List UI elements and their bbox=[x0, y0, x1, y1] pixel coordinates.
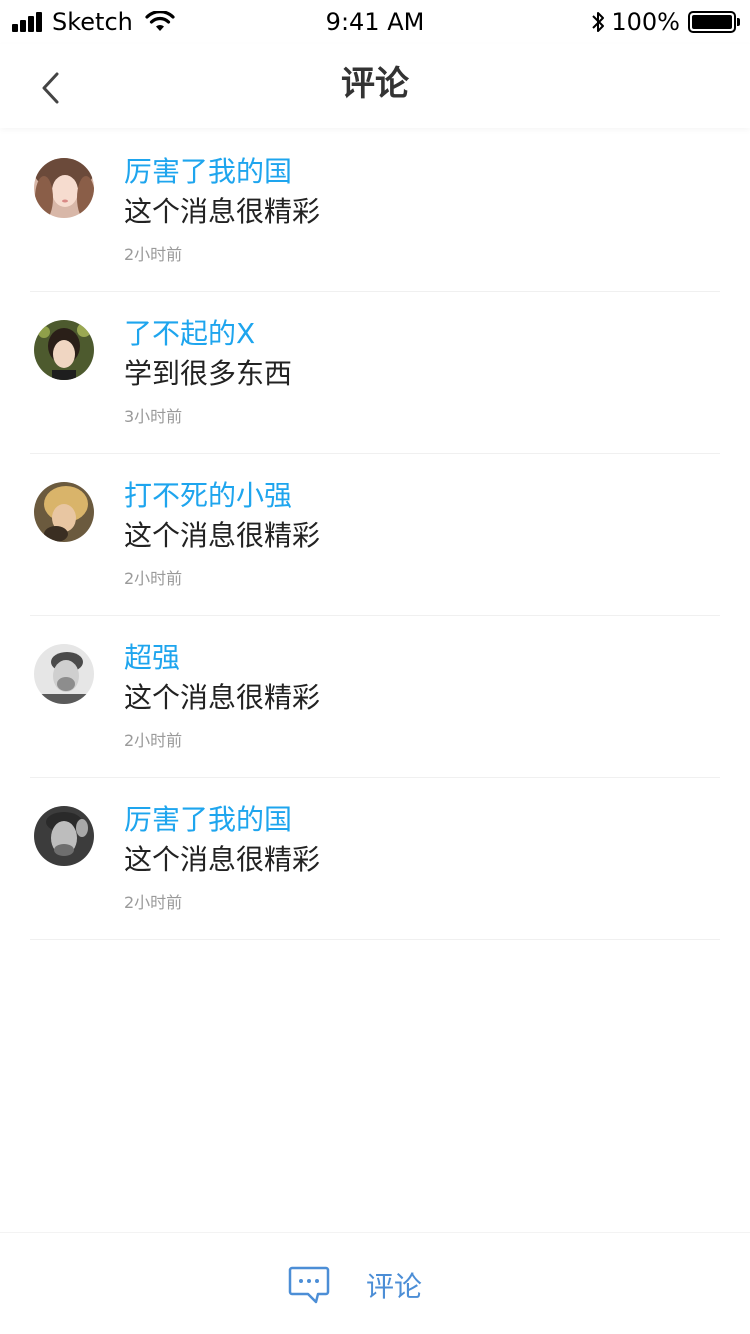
comment-text: 学到很多东西 bbox=[124, 357, 293, 390]
comment-item: 厉害了我的国 这个消息很精彩 2小时前 bbox=[30, 778, 720, 940]
comment-item: 了不起的X 学到很多东西 3小时前 bbox=[30, 292, 720, 454]
page-title: 评论 bbox=[341, 64, 409, 104]
comment-time: 2小时前 bbox=[124, 731, 183, 750]
comment-text: 这个消息很精彩 bbox=[124, 843, 321, 876]
comment-text: 这个消息很精彩 bbox=[124, 681, 321, 714]
comment-text: 这个消息很精彩 bbox=[124, 519, 321, 552]
avatar[interactable] bbox=[34, 806, 94, 866]
nav-bar: 评论 bbox=[0, 44, 750, 128]
comment-time: 3小时前 bbox=[124, 407, 183, 426]
comment-item: 厉害了我的国 这个消息很精彩 2小时前 bbox=[30, 130, 720, 292]
comment-button-label: 评论 bbox=[366, 1270, 423, 1303]
comment-item: 打不死的小强 这个消息很精彩 2小时前 bbox=[30, 454, 720, 616]
comment-body: 厉害了我的国 这个消息很精彩 2小时前 bbox=[124, 800, 320, 916]
avatar[interactable] bbox=[34, 320, 94, 380]
comment-username[interactable]: 打不死的小强 bbox=[124, 476, 320, 516]
comment-time: 2小时前 bbox=[124, 893, 183, 912]
battery-icon bbox=[688, 11, 740, 33]
comment-username[interactable]: 厉害了我的国 bbox=[124, 152, 320, 192]
comment-body: 厉害了我的国 这个消息很精彩 2小时前 bbox=[124, 152, 320, 268]
chat-bubble-icon bbox=[288, 1266, 330, 1304]
comment-text: 这个消息很精彩 bbox=[124, 195, 321, 228]
bottom-bar: 评论 bbox=[0, 1232, 750, 1334]
comment-username[interactable]: 厉害了我的国 bbox=[124, 800, 320, 840]
status-bar-right: 100% bbox=[591, 6, 740, 38]
comment-body: 超强 这个消息很精彩 2小时前 bbox=[124, 638, 320, 754]
comment-body: 打不死的小强 这个消息很精彩 2小时前 bbox=[124, 476, 320, 592]
avatar[interactable] bbox=[34, 644, 94, 704]
comment-username[interactable]: 超强 bbox=[124, 638, 320, 678]
comment-item: 超强 这个消息很精彩 2小时前 bbox=[30, 616, 720, 778]
status-bar: Sketch 9:41 AM 100% bbox=[0, 0, 750, 44]
comment-button[interactable]: 评论 bbox=[288, 1261, 422, 1309]
comment-list: 厉害了我的国 这个消息很精彩 2小时前 了不起的X 学到很多东西 3小时前 打不… bbox=[30, 130, 720, 940]
bluetooth-icon bbox=[592, 12, 605, 32]
comment-time: 2小时前 bbox=[124, 245, 183, 264]
battery-percentage: 100% bbox=[611, 8, 680, 36]
avatar[interactable] bbox=[34, 158, 94, 218]
comment-time: 2小时前 bbox=[124, 569, 183, 588]
avatar[interactable] bbox=[34, 482, 94, 542]
comment-body: 了不起的X 学到很多东西 3小时前 bbox=[124, 314, 292, 430]
comment-username[interactable]: 了不起的X bbox=[124, 314, 292, 354]
